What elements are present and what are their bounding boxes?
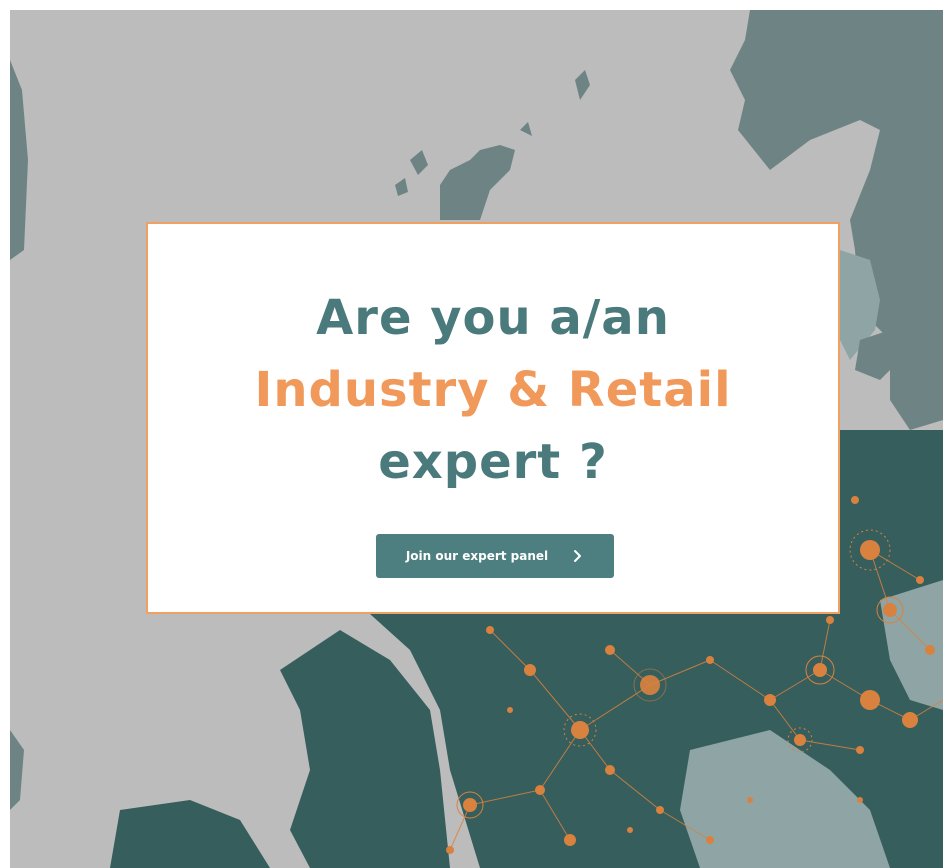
map-background: Are you a/an Industry & Retail expert ? …: [10, 10, 943, 868]
map-island-4: [520, 122, 532, 136]
join-expert-panel-label: Join our expert panel: [405, 549, 549, 563]
headline-line-3: expert ?: [378, 434, 608, 490]
map-land-scotland: [440, 145, 515, 220]
map-island-2: [395, 178, 408, 196]
map-land-iberia: [110, 800, 270, 868]
headline-line-1: Are you a/an: [316, 290, 670, 346]
map-land-west-edge-lower: [10, 730, 24, 810]
popup-headline: Are you a/an Industry & Retail expert ?: [148, 224, 838, 498]
join-expert-panel-button[interactable]: Join our expert panel: [376, 534, 614, 578]
map-island-3: [575, 70, 590, 100]
chevron-right-icon: [574, 550, 582, 562]
map-island-1: [410, 150, 428, 175]
headline-line-2: Industry & Retail: [254, 362, 732, 418]
map-land-west-edge: [10, 60, 28, 260]
expert-popup-card: Are you a/an Industry & Retail expert ? …: [146, 222, 840, 614]
